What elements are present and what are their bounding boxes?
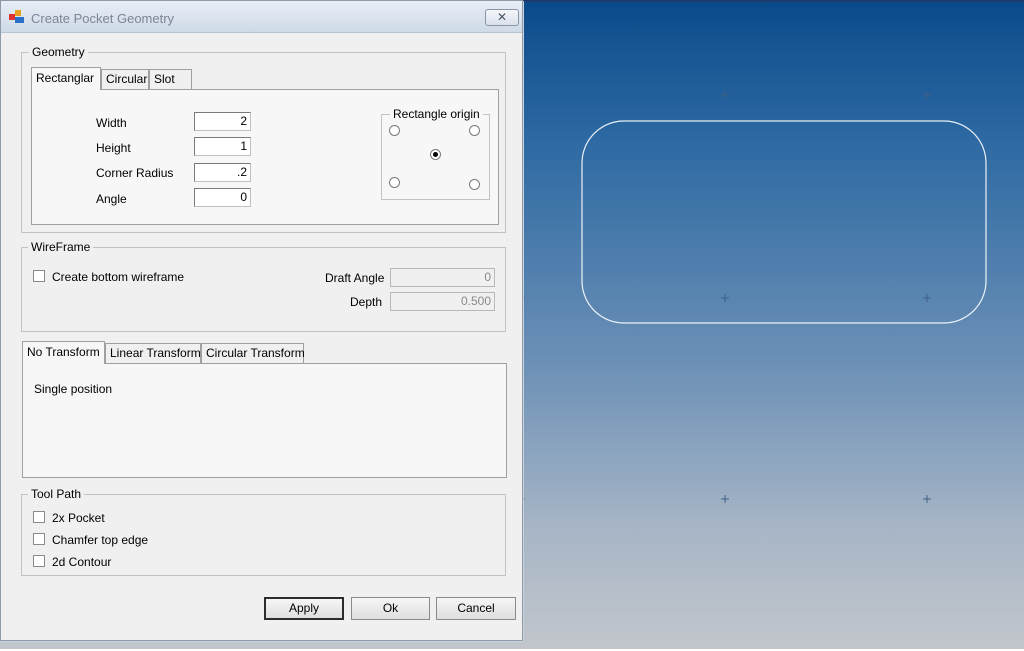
tab-label: Rectanglar [36, 71, 95, 85]
tab-slot[interactable]: Slot [149, 69, 192, 89]
tab-circular[interactable]: Circular [101, 69, 149, 89]
chamfer-top-edge-label: Chamfer top edge [52, 533, 149, 547]
tool-path-legend: Tool Path [31, 487, 82, 501]
width-input[interactable]: 2 [194, 112, 251, 131]
create-bottom-wireframe-checkbox[interactable] [33, 270, 45, 282]
grid-marker [923, 91, 931, 99]
cancel-button[interactable]: Cancel [436, 597, 516, 620]
width-label: Width [96, 116, 127, 130]
corner-radius-label: Corner Radius [96, 166, 174, 180]
window-title: Create Pocket Geometry [31, 11, 175, 26]
geometry-tabstrip: Rectanglar Circular Slot [31, 67, 501, 90]
app-icon [9, 10, 24, 23]
tab-rectanglar[interactable]: Rectanglar [31, 67, 101, 90]
2d-contour-checkbox[interactable] [33, 555, 45, 567]
pocket-outline-preview [581, 120, 987, 324]
tab-label: Slot [154, 72, 175, 86]
rectangle-origin-legend: Rectangle origin [393, 107, 480, 121]
height-label: Height [96, 141, 131, 155]
draft-angle-input[interactable]: 0 [390, 268, 495, 287]
chamfer-top-edge-checkbox[interactable] [33, 533, 45, 545]
tab-linear-transform[interactable]: Linear Transform [105, 343, 201, 363]
depth-label: Depth [350, 295, 383, 309]
wireframe-legend: WireFrame [31, 240, 91, 254]
tab-label: Circular Transform [206, 346, 305, 360]
ok-button[interactable]: Ok [351, 597, 430, 620]
draft-angle-label: Draft Angle [325, 271, 385, 285]
tab-label: No Transform [27, 345, 100, 359]
rectangular-tab-panel: Width 2 Height 1 Corner Radius .2 Angle … [31, 89, 499, 225]
height-input[interactable]: 1 [194, 137, 251, 156]
create-pocket-geometry-dialog: Create Pocket Geometry ✕ Geometry Rectan… [0, 0, 523, 641]
angle-label: Angle [96, 192, 127, 206]
close-button[interactable]: ✕ [485, 9, 519, 26]
close-icon: ✕ [496, 10, 508, 24]
tab-circular-transform[interactable]: Circular Transform [201, 343, 305, 363]
grid-marker [923, 294, 931, 302]
origin-top-left-radio[interactable] [389, 125, 400, 136]
grid-marker [721, 495, 729, 503]
tab-no-transform[interactable]: No Transform [22, 341, 105, 364]
transform-tabstrip: No Transform Linear Transform Circular T… [22, 341, 506, 364]
tab-label: Linear Transform [110, 346, 201, 360]
origin-top-right-radio[interactable] [469, 125, 480, 136]
no-transform-tab-panel: Single position [22, 363, 507, 478]
grid-marker [721, 294, 729, 302]
origin-bottom-left-radio[interactable] [389, 177, 400, 188]
tab-label: Circular [106, 72, 148, 86]
geometry-legend: Geometry [32, 45, 85, 59]
create-bottom-wireframe-label: Create bottom wireframe [52, 270, 185, 284]
title-bar[interactable]: Create Pocket Geometry ✕ [1, 1, 522, 33]
2d-contour-label: 2d Contour [52, 555, 112, 569]
angle-input[interactable]: 0 [194, 188, 251, 207]
origin-center-radio[interactable] [430, 149, 441, 160]
2x-pocket-label: 2x Pocket [52, 511, 105, 525]
grid-marker [721, 91, 729, 99]
corner-radius-input[interactable]: .2 [194, 163, 251, 182]
grid-marker [923, 495, 931, 503]
single-position-text: Single position [34, 382, 113, 396]
origin-bottom-right-radio[interactable] [469, 179, 480, 190]
apply-button[interactable]: Apply [264, 597, 344, 620]
depth-input[interactable]: 0.500 [390, 292, 495, 311]
2x-pocket-checkbox[interactable] [33, 511, 45, 523]
grid-markers [521, 91, 931, 503]
